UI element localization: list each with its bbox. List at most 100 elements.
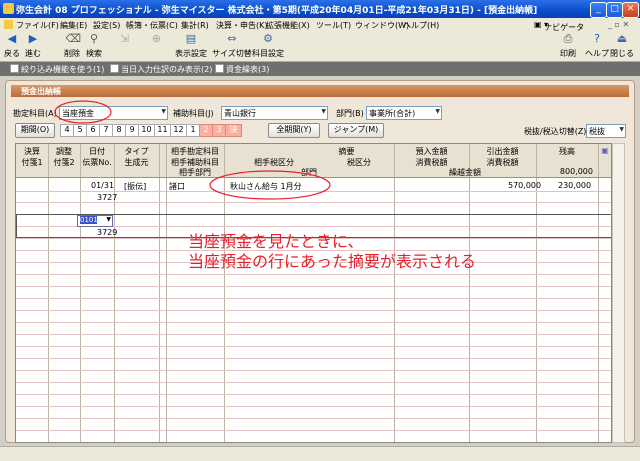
zoom-icon: ⊕ [151,32,162,45]
full-period-button[interactable]: 全期間(Y) [268,123,320,138]
menu-help[interactable]: ヘルプ(H) [403,20,439,31]
menu-summary[interactable]: 集計(R) [181,20,209,31]
option-today[interactable]: 当日入力仕訳のみ表示(2) [110,64,212,75]
maximize-button[interactable]: □ [606,2,623,18]
close-label: 閉じる [610,49,634,58]
hdr-chousei: 調整 [56,147,72,156]
panel-header: 預金出納帳 [11,85,629,97]
filter-checkbox[interactable] [10,64,19,73]
col-divider [598,144,599,442]
subaccount-select[interactable]: 青山銀行 ▼ [221,106,328,120]
jump-button[interactable]: ジャンプ(M) [328,123,384,138]
dept-select[interactable]: 事業所(合計) ▼ [366,106,442,120]
mdi-controls[interactable]: _ ▫ ✕ [608,20,629,29]
tax-toggle-label: 税抜/税込切替(Z) [524,127,587,136]
hdr-type: タイプ [124,147,149,156]
print-label: 印刷 [560,49,576,58]
delete-label: 削除 [64,49,80,58]
size-toggle-button[interactable]: ⇔ サイズ切替 [212,33,252,59]
forward-button[interactable]: ▶ 進む [25,33,41,59]
column-settings-icon[interactable]: ▣ [600,146,610,155]
month-12[interactable]: 12 [170,124,187,137]
menu-books[interactable]: 帳簿・伝票(C) [126,20,178,31]
menu-tools[interactable]: ツール(T) [316,20,351,31]
month-6[interactable]: 6 [86,124,100,137]
month-3[interactable]: 3 [212,124,226,137]
row-divider [16,346,611,347]
jump-icon: ⇲ [119,32,130,45]
menu-closing[interactable]: 決算・申告(K) [216,20,268,31]
search-button[interactable]: ⚲ 検索 [86,33,102,59]
menu-extensions[interactable]: 拡張機能(X) [266,20,310,31]
option-filter[interactable]: 絞り込み機能を使う(1) [10,64,104,75]
row-divider [16,418,611,419]
subaccount-label: 補助科目(J) [173,109,214,118]
month-2[interactable]: 2 [199,124,213,137]
hdr-deposit: 預入金額 [415,147,448,156]
col-divider [394,144,395,442]
row-divider [16,298,611,299]
close-window-button[interactable]: ✕ [622,2,639,18]
period-button[interactable]: 期間(O) [15,123,55,138]
account-highlight-circle [54,100,112,124]
navigator-button[interactable]: ▣ ナビゲータ ▾ [534,20,584,32]
row-divider [16,322,611,323]
menu-window[interactable]: ウィンドウ(W) [355,20,409,31]
today-checkbox[interactable] [110,64,119,73]
col-divider [469,144,470,442]
month-9[interactable]: 9 [125,124,139,137]
menu-file[interactable]: ファイル(F) [16,20,59,31]
month-7[interactable]: 7 [99,124,113,137]
delete-button[interactable]: ⌫ 削除 [64,33,81,59]
menu-edit[interactable]: 編集(E) [60,20,87,31]
menu-bar: ファイル(F) 編集(E) 設定(S) 帳簿・伝票(C) 集計(R) 決算・申告… [0,18,640,32]
row-deposit: 570,000 [508,181,542,190]
back-button[interactable]: ◀ 戻る [4,33,20,59]
print-button[interactable]: ⎙ 印刷 [560,33,576,59]
row-type: [振伝] [124,182,147,191]
month-1[interactable]: 1 [186,124,200,137]
row-divider [16,382,611,383]
chevron-down-icon: ▼ [106,216,111,223]
account-settings-button[interactable]: ⚙ 科目設定 [252,33,284,59]
help-icon: ? [594,32,600,45]
title-bar: 弥生会計 08 プロフェッショナル - 弥生マイスター 株式会社・第5期(平成2… [0,0,640,18]
size-toggle-label: サイズ切替 [212,49,252,58]
display-settings-button[interactable]: ▤ 表示設定 [175,33,207,59]
option-cashflow[interactable]: 資金繰表(3) [215,64,269,75]
panel-title: 預金出納帳 [21,87,61,96]
hdr-date: 日付 [89,147,105,156]
memo-highlight-circle [209,170,331,200]
back-label: 戻る [4,49,20,58]
date-entry-field[interactable]: 0101 ▼ [77,215,113,227]
month-4[interactable]: 4 [60,124,74,137]
row-withdraw: 230,000 [558,181,592,190]
minimize-button[interactable]: _ [590,2,607,18]
hdr-tag2: 付箋2 [53,158,75,167]
disabled-tool-1: ⇲ [118,33,131,45]
option-today-label: 当日入力仕訳のみ表示(2) [121,65,213,74]
hdr-withdraw: 引出金額 [486,147,519,156]
month-closing[interactable]: 決 [225,124,242,137]
doc-icon [4,20,13,29]
row-divider [16,394,611,395]
row-divider [16,334,611,335]
month-11[interactable]: 11 [154,124,171,137]
row-divider [16,202,611,203]
help-button[interactable]: ? ヘルプ [585,33,609,59]
hdr-balance: 残高 [559,147,575,156]
vertical-scrollbar[interactable] [612,143,625,443]
option-bar: 絞り込み機能を使う(1) 当日入力仕訳のみ表示(2) 資金繰表(3) [0,62,640,76]
row-divider [16,406,611,407]
tax-toggle-select[interactable]: 税抜 ▼ [586,124,626,138]
close-door-icon: ⏏ [616,32,628,45]
month-5[interactable]: 5 [73,124,87,137]
cashflow-checkbox[interactable] [215,64,224,73]
menu-settings[interactable]: 設定(S) [93,20,120,31]
month-10[interactable]: 10 [138,124,155,137]
close-tool-button[interactable]: ⏏ 閉じる [610,33,634,59]
date-entry-value: 0101 [80,216,98,224]
row-divider [16,370,611,371]
month-8[interactable]: 8 [112,124,126,137]
dept-label: 部門(B) [336,109,364,118]
